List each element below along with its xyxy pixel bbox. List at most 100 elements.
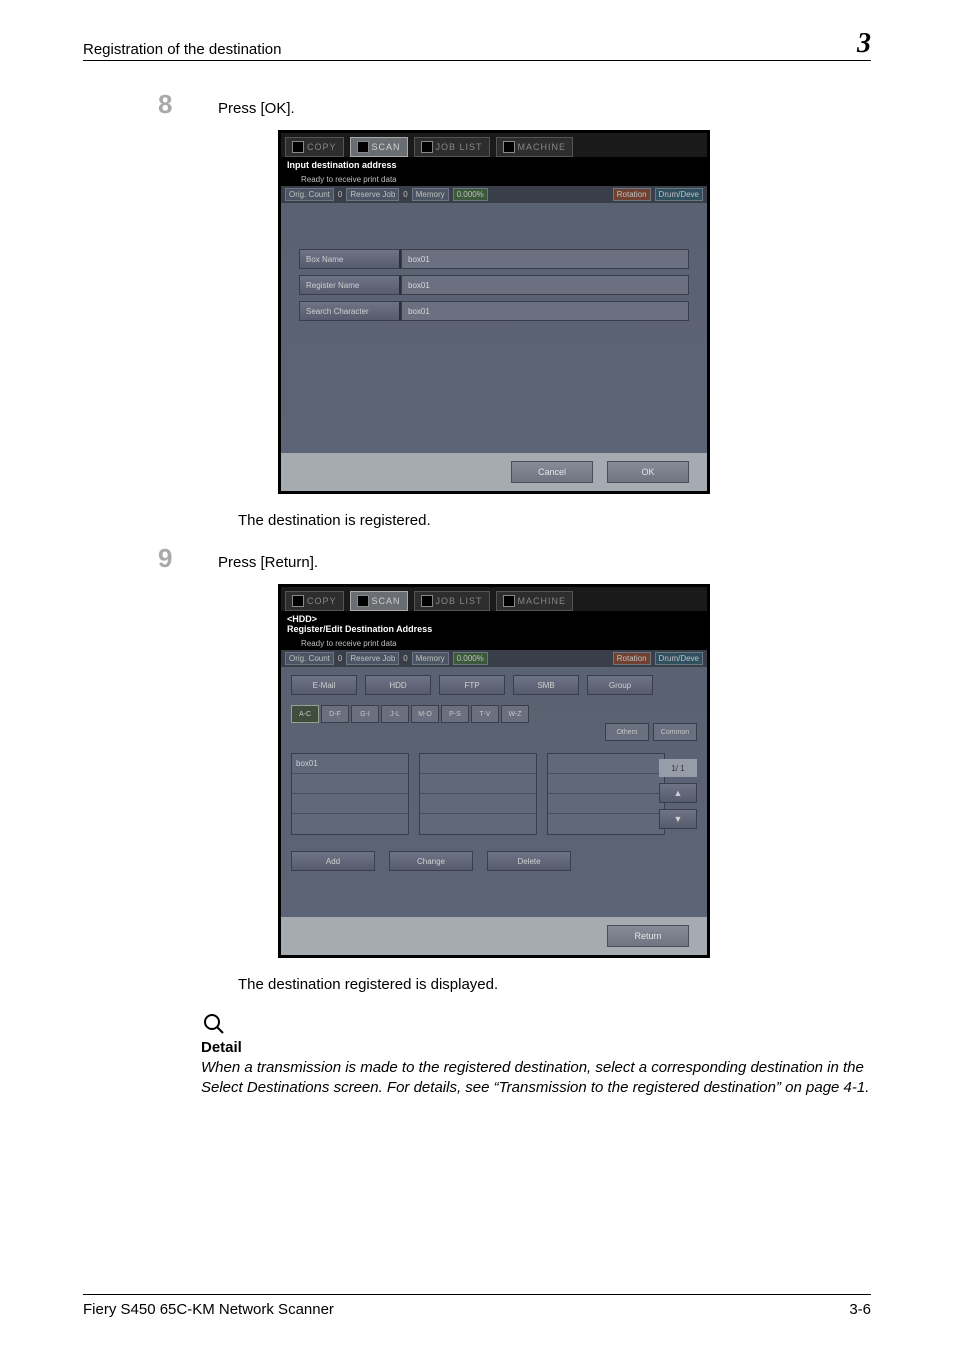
ss1-tabs: COPY SCAN JOB LIST MACHINE (281, 133, 707, 157)
list-item[interactable] (420, 754, 536, 774)
ss2-status: Orig. Count 0 Reserve Job 0 Memory 0.000… (281, 650, 707, 667)
list-col-2 (419, 753, 537, 835)
box-name-value[interactable]: box01 (401, 249, 689, 269)
status-mem-val: 0.000% (453, 652, 488, 665)
field-register-name: Register Name box01 (299, 275, 689, 295)
status-rotation: Rotation (613, 188, 651, 201)
filter-right: Others Common (605, 723, 697, 741)
page-down-button[interactable]: ▼ (659, 809, 697, 829)
step-9-text: Press [Return]. (218, 554, 318, 571)
list-item[interactable] (548, 774, 664, 794)
step-9-after: The destination registered is displayed. (238, 976, 871, 993)
alpha-wz[interactable]: W-Z (501, 705, 529, 723)
status-res-val: 0 (403, 654, 407, 663)
machine-icon (503, 595, 515, 607)
return-button[interactable]: Return (607, 925, 689, 947)
ss1-bottom-bar: Cancel OK (281, 453, 707, 491)
tab-scan[interactable]: SCAN (350, 137, 408, 157)
list-col-1: box01 (291, 753, 409, 835)
page-up-button[interactable]: ▲ (659, 783, 697, 803)
status-orig-label: Orig. Count (285, 652, 334, 665)
box-name-label[interactable]: Box Name (299, 249, 401, 269)
status-orig-label: Orig. Count (285, 188, 334, 201)
detail-title: Detail (201, 1039, 871, 1056)
smb-button[interactable]: SMB (513, 675, 579, 695)
tab-scan[interactable]: SCAN (350, 591, 408, 611)
status-res-label: Reserve Job (346, 188, 399, 201)
tab-copy[interactable]: COPY (285, 137, 344, 157)
tab-machine[interactable]: MACHINE (496, 137, 574, 157)
tab-machine[interactable]: MACHINE (496, 591, 574, 611)
list-item[interactable] (548, 794, 664, 814)
alpha-jl[interactable]: J-L (381, 705, 409, 723)
detail-block: Detail When a transmission is made to th… (201, 1011, 871, 1099)
list-item[interactable] (548, 754, 664, 774)
detail-body: When a transmission is made to the regis… (201, 1058, 871, 1099)
list-item[interactable] (420, 774, 536, 794)
add-button[interactable]: Add (291, 851, 375, 871)
delete-button[interactable]: Delete (487, 851, 571, 871)
list-item[interactable] (420, 814, 536, 834)
list-item[interactable] (548, 814, 664, 834)
header-title: Registration of the destination (83, 41, 857, 58)
tab-scan-label: SCAN (372, 596, 401, 606)
status-drum: Drum/Deve (655, 652, 703, 665)
hdd-button[interactable]: HDD (365, 675, 431, 695)
screenshot-register-edit: COPY SCAN JOB LIST MACHINE <HDD> Registe… (278, 584, 710, 958)
step-9-number: 9 (158, 543, 218, 574)
alpha-ac[interactable]: A-C (291, 705, 319, 723)
common-button[interactable]: Common (653, 723, 697, 741)
status-drum: Drum/Deve (655, 188, 703, 201)
tab-joblist[interactable]: JOB LIST (414, 137, 490, 157)
ss1-main: Box Name box01 Register Name box01 Searc… (281, 203, 707, 453)
action-row: Add Change Delete (291, 851, 697, 871)
email-button[interactable]: E-Mail (291, 675, 357, 695)
ss2-subtitle: Ready to receive print data (281, 637, 707, 650)
copy-icon (292, 595, 304, 607)
alpha-mo[interactable]: M-O (411, 705, 439, 723)
search-char-value[interactable]: box01 (401, 301, 689, 321)
tab-machine-label: MACHINE (518, 596, 567, 606)
page-footer: Fiery S450 65C-KM Network Scanner 3-6 (83, 1294, 871, 1318)
search-char-label[interactable]: Search Character (299, 301, 401, 321)
register-name-value[interactable]: box01 (401, 275, 689, 295)
destination-type-row: E-Mail HDD FTP SMB Group (291, 675, 697, 695)
page-indicator: 1/ 1 (659, 759, 697, 777)
alpha-df[interactable]: D-F (321, 705, 349, 723)
tab-machine-label: MACHINE (518, 142, 567, 152)
ss2-bottom-bar: Return (281, 917, 707, 955)
tab-scan-label: SCAN (372, 142, 401, 152)
ok-button[interactable]: OK (607, 461, 689, 483)
ss1-title: Input destination address (281, 157, 707, 173)
others-button[interactable]: Others (605, 723, 649, 741)
chapter-number: 3 (857, 30, 871, 58)
tab-copy-label: COPY (307, 596, 337, 606)
ftp-button[interactable]: FTP (439, 675, 505, 695)
list-item[interactable] (292, 794, 408, 814)
register-name-label[interactable]: Register Name (299, 275, 401, 295)
list-item[interactable] (420, 794, 536, 814)
status-mem-label: Memory (412, 652, 449, 665)
step-8-number: 8 (158, 89, 218, 120)
status-mem-label: Memory (412, 188, 449, 201)
tab-joblist[interactable]: JOB LIST (414, 591, 490, 611)
scan-icon (357, 141, 369, 153)
alpha-ps[interactable]: P-S (441, 705, 469, 723)
cancel-button[interactable]: Cancel (511, 461, 593, 483)
status-rotation: Rotation (613, 652, 651, 665)
ss2-tabs: COPY SCAN JOB LIST MACHINE (281, 587, 707, 611)
group-button[interactable]: Group (587, 675, 653, 695)
status-res-val: 0 (403, 190, 407, 199)
alpha-gi[interactable]: G-I (351, 705, 379, 723)
tab-joblist-label: JOB LIST (436, 142, 483, 152)
list-item[interactable] (292, 814, 408, 834)
change-button[interactable]: Change (389, 851, 473, 871)
field-box-name: Box Name box01 (299, 249, 689, 269)
field-search-char: Search Character box01 (299, 301, 689, 321)
alpha-tv[interactable]: T-V (471, 705, 499, 723)
step-8-after: The destination is registered. (238, 512, 871, 529)
list-item[interactable]: box01 (292, 754, 408, 774)
tab-copy[interactable]: COPY (285, 591, 344, 611)
list-item[interactable] (292, 774, 408, 794)
ss1-status: Orig. Count 0 Reserve Job 0 Memory 0.000… (281, 186, 707, 203)
